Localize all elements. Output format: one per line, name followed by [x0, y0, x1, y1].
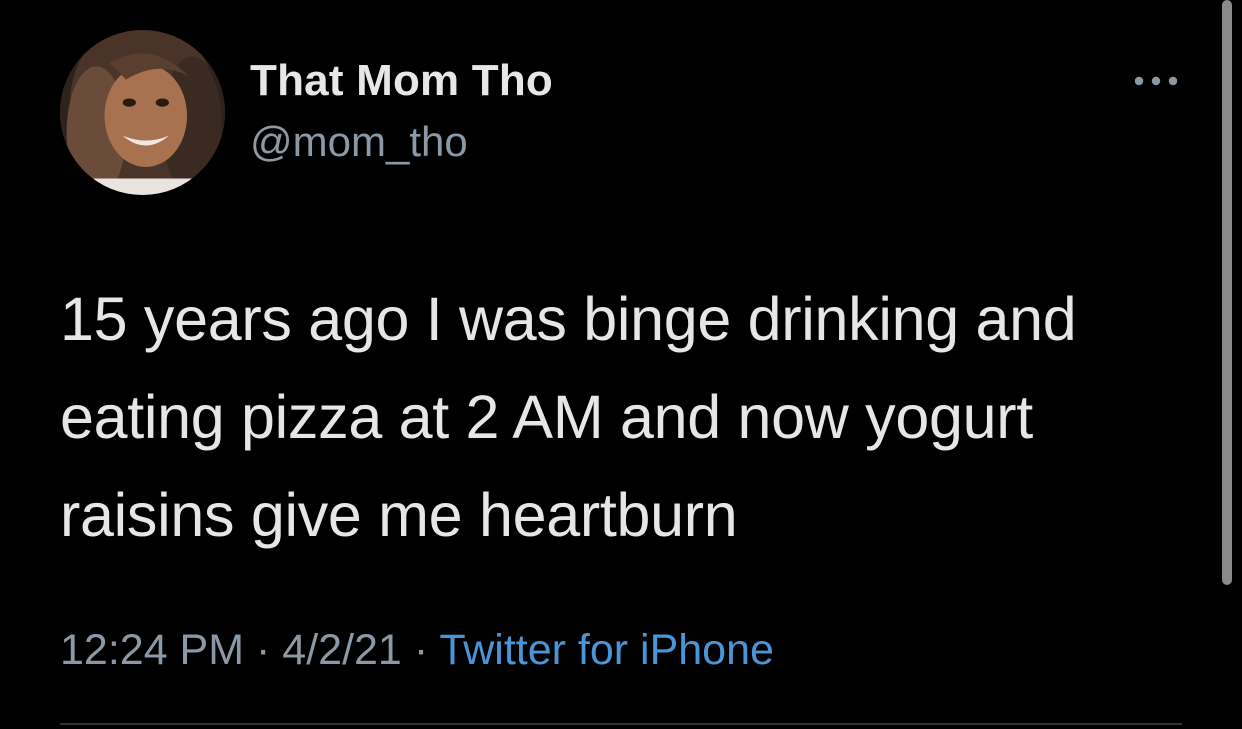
more-horizontal-icon: [1134, 76, 1178, 86]
tweet-time[interactable]: 12:24 PM: [60, 626, 244, 674]
more-options-button[interactable]: [1128, 66, 1184, 96]
divider: [60, 723, 1182, 725]
avatar[interactable]: [60, 30, 225, 195]
scrollbar[interactable]: [1222, 0, 1232, 585]
tweet-source-link[interactable]: Twitter for iPhone: [439, 626, 774, 674]
display-name[interactable]: That Mom Tho: [250, 56, 553, 106]
user-handle[interactable]: @mom_tho: [250, 118, 468, 166]
avatar-photo: [60, 30, 225, 195]
tweet-text: 15 years ago I was binge drinking and ea…: [60, 285, 1077, 549]
tweet-metadata: 12:24 PM · 4/2/21 · Twitter for iPhone: [60, 626, 774, 675]
meta-separator: ·: [256, 626, 271, 674]
meta-separator: ·: [413, 626, 429, 674]
tweet-date[interactable]: 4/2/21: [282, 626, 402, 674]
